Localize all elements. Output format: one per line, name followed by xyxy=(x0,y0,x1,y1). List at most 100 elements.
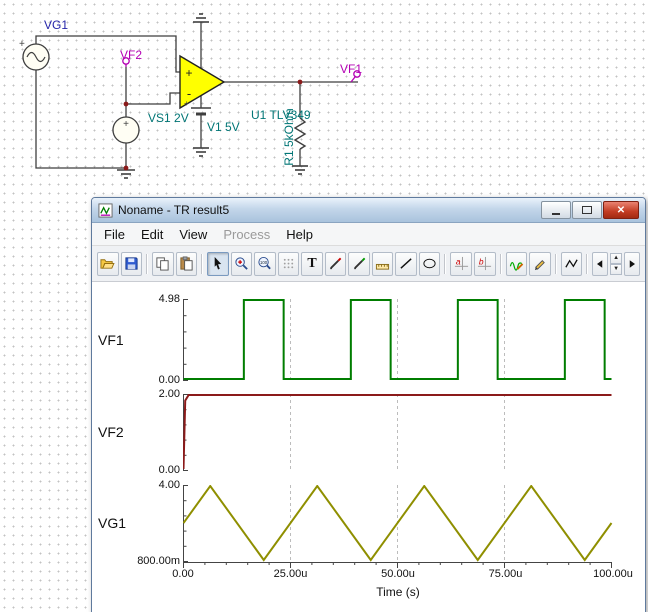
maximize-button[interactable] xyxy=(572,201,602,219)
cursor-a-button[interactable]: a xyxy=(450,251,472,276)
interval-spinner: ▲ ▼ xyxy=(610,252,622,275)
line-tool-button[interactable] xyxy=(395,251,417,276)
probe-a-button[interactable] xyxy=(324,251,347,276)
right-arrow-icon xyxy=(629,259,635,268)
down-arrow-icon: ▼ xyxy=(613,266,620,272)
ellipse-tool-button[interactable] xyxy=(418,251,441,276)
vs1-label[interactable]: VS1 2V xyxy=(148,111,189,125)
x-tick-50: 50.00u xyxy=(381,568,415,580)
x-tick-labels: 0.00 25.00u 50.00u 75.00u 100.00u xyxy=(172,568,633,582)
v1-plus-sign: + xyxy=(184,99,189,108)
toolbar-separator xyxy=(586,253,589,274)
plot-panel: VF1 VF2 VG1 4.98 0.00 2.00 0.00 4.00 800… xyxy=(92,282,645,612)
cursor-b-icon: b xyxy=(478,256,492,271)
opamp-plus-input-label: + xyxy=(185,66,192,80)
x-axis-title: Time (s) xyxy=(376,585,420,599)
zoom-in-icon xyxy=(235,257,248,270)
wave-pen-icon xyxy=(509,261,524,271)
svg-text:b: b xyxy=(479,256,484,266)
zoom-100-button[interactable]: 100 xyxy=(254,251,276,276)
result-window: Noname - TR result5 ✕ File Edit View Pro… xyxy=(91,197,646,612)
ruler-icon xyxy=(376,263,390,270)
x-tick-100: 100.00u xyxy=(593,568,633,580)
grid-button[interactable] xyxy=(277,251,300,276)
step-right-button[interactable] xyxy=(623,251,641,276)
folder-icon xyxy=(100,259,115,269)
pen-icon xyxy=(535,260,546,271)
application-canvas: + + + - + VG1 VF2 VS1 2V V1 5V U1 TLV349… xyxy=(0,0,648,612)
select-cursor-button[interactable] xyxy=(207,251,229,276)
ellipse-icon xyxy=(423,258,436,269)
vs1-source-symbol[interactable]: + xyxy=(112,116,140,144)
chart-vf1[interactable] xyxy=(183,299,613,381)
menu-process[interactable]: Process xyxy=(215,225,278,244)
toolbar-separator xyxy=(201,253,204,274)
vf2-label[interactable]: VF2 xyxy=(120,48,142,62)
step-left-button[interactable] xyxy=(592,251,609,276)
signal-label-vf1: VF1 xyxy=(98,332,124,348)
polyline-button[interactable] xyxy=(560,251,583,276)
y-max-vf2: 2.00 xyxy=(158,388,180,400)
pen-button[interactable] xyxy=(529,251,551,276)
probe-icon xyxy=(329,257,342,270)
spin-up-button[interactable]: ▲ xyxy=(610,252,622,264)
vg1-generator-symbol[interactable]: + xyxy=(19,39,50,71)
chart-vf2[interactable] xyxy=(183,394,613,471)
text-tool-button[interactable]: T xyxy=(301,251,323,276)
floppy-icon xyxy=(125,257,138,270)
trace-edit-button[interactable] xyxy=(505,251,528,276)
schematic-graphics[interactable]: + + + - + xyxy=(0,0,648,200)
chart-vg1[interactable] xyxy=(183,485,613,562)
toolbar-separator xyxy=(146,253,149,274)
y-min-vf2: 0.00 xyxy=(158,464,180,476)
toolbar-separator xyxy=(554,253,557,274)
zoom-in-button[interactable] xyxy=(230,251,253,276)
cursor-a-icon: a xyxy=(454,256,468,271)
paste-icon xyxy=(180,256,193,271)
probe-b-button[interactable] xyxy=(348,251,370,276)
copy-icon xyxy=(156,257,169,271)
window-title: Noname - TR result5 xyxy=(118,203,230,217)
vf1-label[interactable]: VF1 xyxy=(340,62,362,76)
vg1-label[interactable]: VG1 xyxy=(44,18,68,32)
r1-label[interactable]: R1 5kOhm xyxy=(282,102,296,172)
vg1-plus-sign: + xyxy=(19,39,25,50)
signal-label-vf2: VF2 xyxy=(98,424,124,440)
zoom-100-icon: 100 xyxy=(258,256,272,270)
menu-edit[interactable]: Edit xyxy=(133,225,171,244)
cursor-b-button[interactable]: b xyxy=(473,251,496,276)
title-bar[interactable]: Noname - TR result5 ✕ xyxy=(92,198,645,223)
svg-text:100: 100 xyxy=(260,260,268,265)
y-max-vf1: 4.98 xyxy=(158,293,180,305)
menu-file[interactable]: File xyxy=(96,225,133,244)
vs1-plus-sign: + xyxy=(123,119,129,130)
text-tool-icon: T xyxy=(307,255,317,271)
grid-dots-icon xyxy=(283,258,294,269)
spin-down-button[interactable]: ▼ xyxy=(610,263,622,275)
toolbar-separator xyxy=(499,253,502,274)
toolbar-separator xyxy=(444,253,447,274)
y-max-vg1: 4.00 xyxy=(158,479,180,491)
polyline-icon xyxy=(565,259,578,268)
svg-text:a: a xyxy=(456,256,461,266)
toolbar: 100 T a b ▲ ▼ xyxy=(92,246,645,282)
menu-view[interactable]: View xyxy=(171,225,215,244)
menu-help[interactable]: Help xyxy=(278,225,321,244)
measure-button[interactable] xyxy=(371,251,394,276)
x-tick-75: 75.00u xyxy=(488,568,523,580)
save-button[interactable] xyxy=(120,251,143,276)
paste-button[interactable] xyxy=(175,251,198,276)
open-button[interactable] xyxy=(97,251,119,276)
close-button[interactable]: ✕ xyxy=(603,201,639,219)
maximize-icon xyxy=(582,206,592,214)
x-tick-0: 0.00 xyxy=(172,568,194,580)
line-icon xyxy=(400,258,412,269)
copy-button[interactable] xyxy=(152,251,174,276)
v1-label[interactable]: V1 5V xyxy=(207,120,240,134)
menu-bar: File Edit View Process Help xyxy=(92,223,645,246)
r1-resistor-symbol[interactable] xyxy=(293,117,307,150)
u1-label[interactable]: U1 TLV349 xyxy=(251,108,311,122)
minimize-button[interactable] xyxy=(541,201,571,219)
up-arrow-icon: ▲ xyxy=(613,255,620,261)
signal-label-vg1: VG1 xyxy=(98,515,127,531)
